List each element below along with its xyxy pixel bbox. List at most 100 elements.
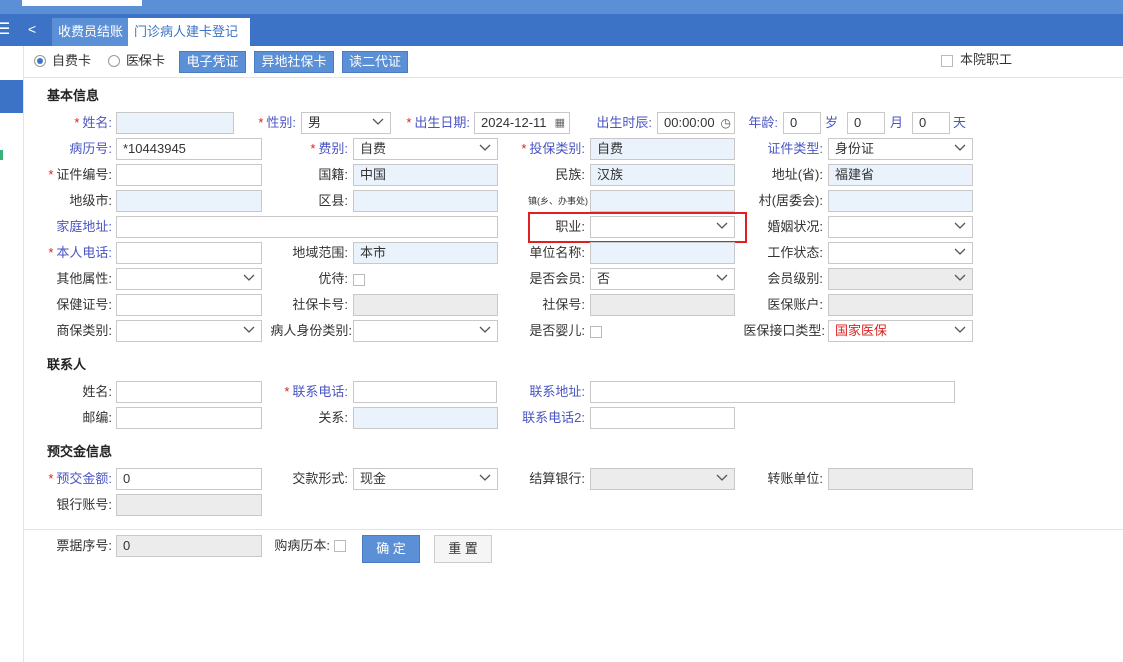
chevron-down-icon [479, 323, 491, 339]
contact-phone2-input[interactable] [590, 407, 735, 429]
province-label: 地址(省): [771, 167, 823, 182]
top-strip [0, 0, 1123, 14]
infant-label: 是否婴儿: [529, 323, 585, 338]
remote-social-card-button[interactable]: 异地社保卡 [254, 51, 334, 73]
tab-cashier-settlement[interactable]: 收费员结账 [52, 18, 130, 46]
nation-input[interactable]: 中国 [353, 164, 498, 186]
label-text: 本人电话: [56, 245, 112, 260]
age-months-input[interactable]: 0 [847, 112, 885, 134]
radio-self-pay-card[interactable] [34, 55, 46, 67]
contact-address-input[interactable] [590, 381, 955, 403]
gender-select[interactable]: 男 [301, 112, 391, 134]
county-label: 区县: [318, 193, 348, 208]
confirm-button[interactable]: 确 定 [362, 535, 420, 563]
county-input[interactable] [353, 190, 498, 212]
pay-method-select[interactable]: 现金 [353, 468, 498, 490]
prepay-amount-input[interactable]: 0 [116, 468, 262, 490]
age-days-unit: 天 [953, 115, 967, 130]
radio-insurance-card[interactable] [108, 55, 120, 67]
id-no-label: * 证件编号: [30, 164, 112, 186]
buy-record-book-checkbox[interactable] [334, 540, 346, 552]
comm-ins-select[interactable] [116, 320, 262, 342]
town-label: 镇(乡、办事处) [528, 196, 588, 206]
pay-method-label: 交款形式: [292, 471, 348, 486]
label-text: 出生日期: [414, 115, 470, 130]
back-arrow-icon[interactable]: < [28, 20, 36, 38]
identity-select[interactable] [353, 320, 498, 342]
infant-checkbox[interactable] [590, 326, 602, 338]
town-input[interactable] [590, 190, 735, 212]
si-no-input[interactable] [590, 294, 735, 316]
work-status-select[interactable] [828, 242, 973, 264]
identity-label: 病人身份类别: [270, 323, 352, 338]
top-search-box[interactable] [22, 0, 142, 6]
sidebar-selected-item[interactable] [0, 80, 23, 113]
zip-label: 邮编: [82, 410, 112, 425]
id-type-select[interactable]: 身份证 [828, 138, 973, 160]
employer-label: 单位名称: [529, 245, 585, 260]
age-days-input[interactable]: 0 [912, 112, 950, 134]
record-no-input[interactable]: *10443945 [116, 138, 262, 160]
id-no-input[interactable] [116, 164, 262, 186]
menu-icon[interactable]: ☰ [0, 20, 10, 40]
phone-input[interactable] [116, 242, 262, 264]
home-address-input[interactable] [116, 216, 498, 238]
mi-iface-select[interactable]: 国家医保 [828, 320, 973, 342]
required-mark: * [74, 115, 80, 130]
transfer-label: 转账单位: [767, 471, 823, 486]
member-level-select[interactable] [828, 268, 973, 290]
clock-icon[interactable]: ◷ [721, 113, 731, 133]
member-value: 否 [597, 271, 611, 286]
e-certificate-button[interactable]: 电子凭证 [179, 51, 246, 73]
chevron-down-icon [954, 323, 966, 339]
village-input[interactable] [828, 190, 973, 212]
label-text: 姓名: [82, 115, 112, 130]
contact-name-input[interactable] [116, 381, 262, 403]
city-input[interactable] [116, 190, 262, 212]
si-card-input[interactable] [353, 294, 498, 316]
chevron-down-icon [954, 141, 966, 157]
work-status-label: 工作状态: [767, 245, 823, 260]
fee-type-select[interactable]: 自费 [353, 138, 498, 160]
read-id-card-button[interactable]: 读二代证 [342, 51, 408, 73]
age-years-input[interactable]: 0 [783, 112, 821, 134]
si-card-label: 社保卡号: [292, 297, 348, 312]
zip-input[interactable] [116, 407, 262, 429]
age-months-unit: 月 [890, 115, 904, 130]
province-input[interactable]: 福建省 [828, 164, 973, 186]
staff-checkbox[interactable] [941, 55, 953, 67]
other-attr-select[interactable] [116, 268, 262, 290]
chevron-down-icon [954, 271, 966, 287]
chevron-down-icon [243, 323, 255, 339]
sidebar-marker [0, 150, 3, 160]
marital-select[interactable] [828, 216, 973, 238]
gender-value: 男 [308, 115, 322, 130]
birthdate-value: 2024-12-11 [481, 115, 547, 130]
member-select[interactable]: 否 [590, 268, 735, 290]
ethnic-input[interactable]: 汉族 [590, 164, 735, 186]
birthdate-label: * 出生日期: [396, 112, 470, 134]
name-input[interactable] [116, 112, 234, 134]
comm-ins-label: 商保类别: [56, 323, 112, 338]
transfer-input[interactable] [828, 468, 973, 490]
chevron-down-icon [243, 271, 255, 287]
mi-account-input[interactable] [828, 294, 973, 316]
health-no-input[interactable] [116, 294, 262, 316]
ins-type-input[interactable]: 自费 [590, 138, 735, 160]
birthdate-input[interactable]: 2024-12-11 ▦ [474, 112, 570, 134]
birthtime-value: 00:00:00 [664, 115, 715, 130]
tab-outpatient-registration[interactable]: 门诊病人建卡登记× [128, 18, 250, 67]
bank-account-input[interactable] [116, 494, 262, 516]
bank-select[interactable] [590, 468, 735, 490]
calendar-icon[interactable]: ▦ [555, 113, 565, 133]
relation-input[interactable] [353, 407, 498, 429]
birthtime-input[interactable]: 00:00:00 ◷ [657, 112, 735, 134]
reset-button[interactable]: 重 置 [434, 535, 492, 563]
ins-type-label: * 投保类别: [506, 138, 585, 160]
employer-input[interactable] [590, 242, 735, 264]
contact-phone-input[interactable] [353, 381, 497, 403]
receipt-no-input[interactable]: 0 [116, 535, 262, 557]
required-mark: * [284, 384, 290, 399]
region-input[interactable]: 本市 [353, 242, 498, 264]
priority-checkbox[interactable] [353, 274, 365, 286]
